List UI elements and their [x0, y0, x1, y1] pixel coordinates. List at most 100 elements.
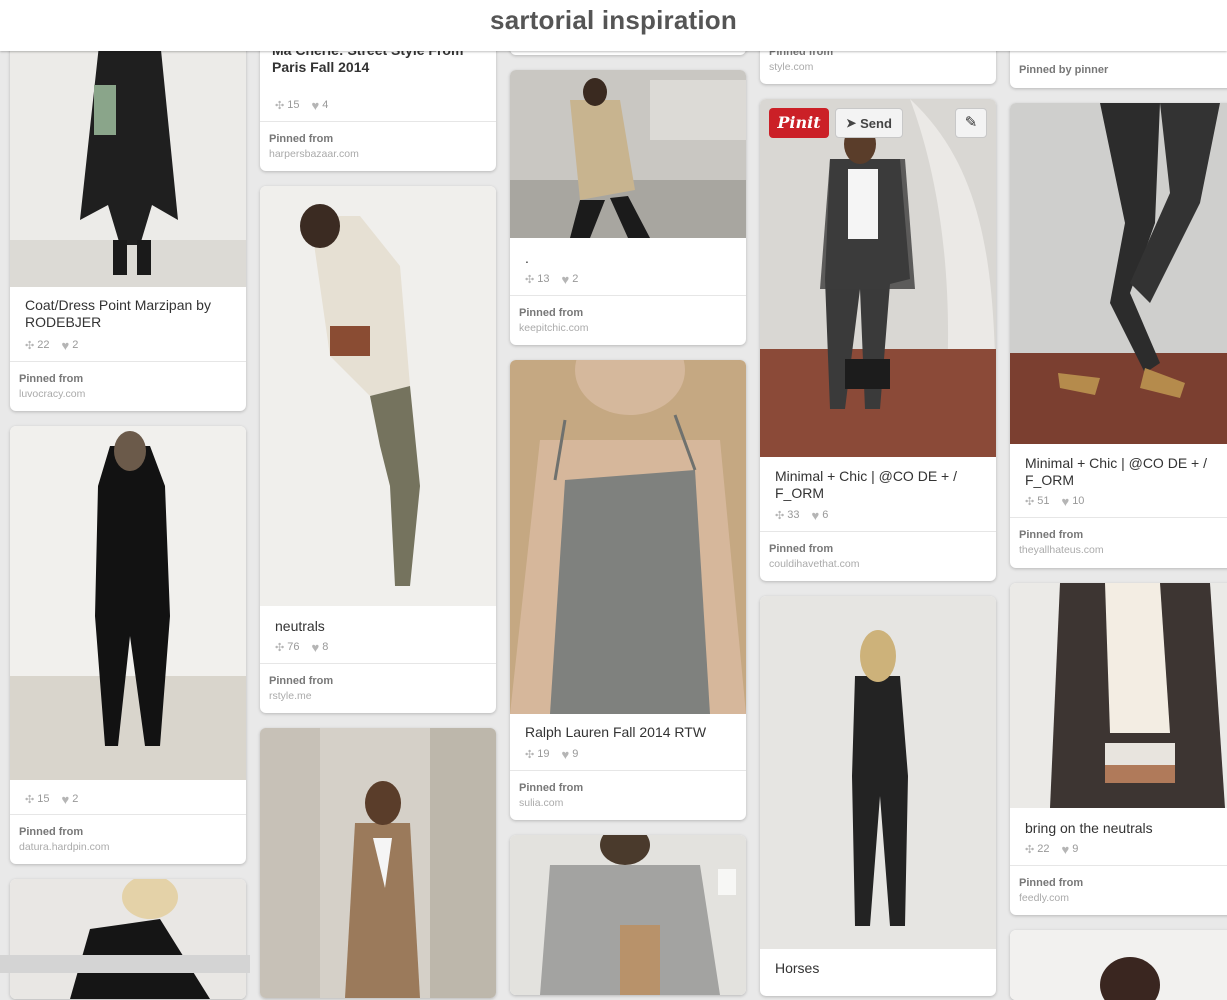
edit-button[interactable]: ✎ [955, 108, 987, 138]
pin-source-link[interactable]: datura.hardpin.com [19, 841, 109, 853]
divider [260, 121, 496, 122]
pinned-by-label: Pinned by pinner [1019, 64, 1109, 76]
pin-image[interactable] [510, 70, 746, 238]
pin-description: bring on the neutrals [1025, 820, 1153, 836]
like-count: 2 [72, 793, 79, 805]
pin-image[interactable] [760, 596, 996, 949]
pin-card[interactable]: Ralph Lauren Fall 2014 RTW ✣ 19 ♥ 9 Pinn… [510, 360, 746, 820]
divider [260, 663, 496, 664]
pin-image[interactable] [1010, 103, 1227, 444]
heart-icon: ♥ [61, 791, 70, 807]
pin-stats: ✣ 22 ♥ 9 [1025, 841, 1079, 857]
pinned-from-label: Pinned from [1019, 877, 1084, 889]
repin-icon: ✣ [275, 641, 285, 654]
like-count: 6 [822, 509, 829, 521]
pin-card[interactable] [260, 728, 496, 998]
pinned-from-label: Pinned from [269, 675, 334, 687]
pin-stats: ✣ 15 ♥ 4 [275, 97, 329, 113]
horizontal-scrollbar[interactable] [0, 955, 250, 973]
pinned-from-label: Pinned from [769, 543, 834, 555]
pin-description: Minimal + Chic | @CO DE + / F_ORM [775, 468, 957, 501]
pin-card[interactable]: Horses [760, 596, 996, 996]
pin-card[interactable]: bring on the neutrals ✣ 22 ♥ 9 Pinned fr… [1010, 583, 1227, 915]
pin-description: Coat/Dress Point Marzipan by RODEBJER [25, 297, 211, 330]
pin-card[interactable]: Pinit ➤ Send ✎ Minimal + Chic | @CO DE +… [760, 99, 996, 581]
pinned-from-label: Pinned from [19, 373, 84, 385]
heart-icon: ♥ [61, 337, 70, 353]
repin-icon: ✣ [525, 273, 535, 286]
pin-card[interactable]: Coat/Dress Point Marzipan by RODEBJER ✣ … [10, 0, 246, 411]
divider [1010, 865, 1227, 866]
heart-icon: ♥ [561, 746, 570, 762]
pin-stats: ✣ 76 ♥ 8 [275, 639, 329, 655]
pin-description: Ralph Lauren Fall 2014 RTW [525, 724, 707, 740]
like-count: 9 [572, 748, 579, 760]
send-label: Send [860, 115, 892, 131]
pin-source-link[interactable]: theyallhateus.com [1019, 544, 1104, 556]
repin-count: 19 [537, 748, 550, 760]
pencil-icon: ✎ [964, 114, 978, 131]
pin-image[interactable] [10, 879, 246, 999]
heart-icon: ♥ [311, 97, 320, 113]
repin-icon: ✣ [1025, 495, 1035, 508]
repin-icon: ✣ [775, 509, 785, 522]
divider [10, 814, 246, 815]
pin-card[interactable] [510, 835, 746, 995]
pin-image[interactable] [510, 835, 746, 995]
repin-icon: ✣ [1025, 843, 1035, 856]
pinit-button[interactable]: Pinit [769, 108, 829, 138]
pin-stats: ✣ 51 ♥ 10 [1025, 494, 1084, 509]
pin-image[interactable] [1010, 930, 1227, 1000]
pin-description: Minimal + Chic | @CO DE + / F_ORM [1025, 455, 1207, 488]
like-count: 2 [72, 339, 79, 351]
like-count: 9 [1072, 843, 1079, 855]
pin-stats: ✣ 13 ♥ 2 [525, 272, 579, 287]
repin-count: 13 [537, 273, 550, 285]
pin-source-link[interactable]: style.com [769, 61, 813, 73]
like-count: 4 [322, 99, 329, 111]
pin-stats: ✣ 22 ♥ 2 [25, 337, 79, 353]
pin-source-link[interactable]: luvocracy.com [19, 388, 85, 400]
pin-image[interactable] [1010, 583, 1227, 808]
pin-stats: ✣ 33 ♥ 6 [775, 508, 829, 523]
pin-description: neutrals [275, 618, 325, 634]
repin-count: 22 [1037, 843, 1050, 855]
pinned-from-label: Pinned from [519, 307, 584, 319]
pin-source-link[interactable]: sulia.com [519, 797, 563, 809]
pin-image[interactable] [760, 99, 996, 457]
pin-source-link[interactable]: harpersbazaar.com [269, 148, 359, 160]
heart-icon: ♥ [1061, 841, 1070, 857]
board-header: sartorial inspiration [0, 0, 1227, 51]
pin-stats: ✣ 15 ♥ 2 [25, 791, 79, 807]
pin-description: Horses [775, 960, 820, 976]
heart-icon: ♥ [311, 639, 320, 655]
pin-card[interactable] [10, 879, 246, 999]
pin-source-link[interactable]: feedly.com [1019, 892, 1069, 904]
pin-image[interactable] [510, 360, 746, 714]
pin-image[interactable] [10, 426, 246, 780]
divider [510, 770, 746, 771]
repin-count: 22 [37, 339, 50, 351]
pin-card[interactable]: Minimal + Chic | @CO DE + / F_ORM ✣ 51 ♥… [1010, 103, 1227, 568]
pin-card[interactable]: . ✣ 13 ♥ 2 Pinned from keepitchic.com [510, 70, 746, 345]
send-button[interactable]: ➤ Send [835, 108, 903, 138]
pin-image[interactable] [260, 186, 496, 606]
pin-card[interactable] [1010, 930, 1227, 1000]
pin-source-link[interactable]: couldihavethat.com [769, 558, 859, 570]
like-count: 8 [322, 641, 329, 653]
repin-count: 33 [787, 509, 800, 521]
divider [510, 295, 746, 296]
pin-card[interactable]: neutrals ✣ 76 ♥ 8 Pinned from rstyle.me [260, 186, 496, 713]
pin-stats: ✣ 19 ♥ 9 [525, 746, 579, 762]
pin-card[interactable]: ✣ 15 ♥ 2 Pinned from datura.hardpin.com [10, 426, 246, 864]
pin-image[interactable] [260, 728, 496, 998]
repin-icon: ✣ [275, 99, 285, 112]
paper-plane-icon: ➤ [846, 116, 857, 130]
repin-icon: ✣ [25, 339, 35, 352]
pinned-from-label: Pinned from [269, 133, 334, 145]
divider [760, 531, 996, 532]
like-count: 2 [572, 273, 579, 285]
pin-source-link[interactable]: rstyle.me [269, 690, 312, 702]
pin-source-link[interactable]: keepitchic.com [519, 322, 588, 334]
board-title: sartorial inspiration [490, 5, 737, 35]
